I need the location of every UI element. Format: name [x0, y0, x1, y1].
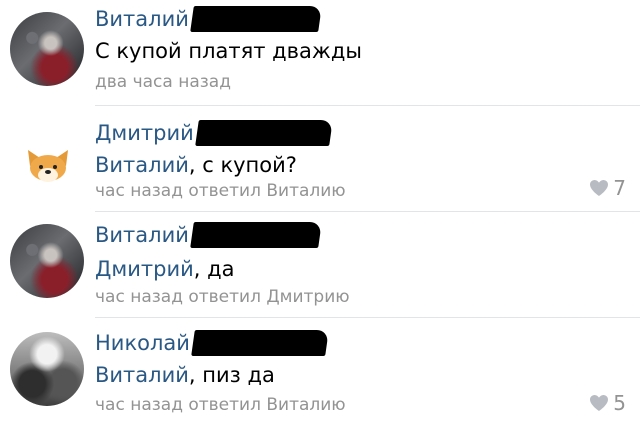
like-count: 7: [613, 176, 626, 200]
avatar[interactable]: [10, 12, 84, 86]
comment-meta: час назад ответил Виталию: [95, 395, 346, 415]
comment-body: , с купой?: [188, 153, 297, 177]
comment-meta: час назад ответил Виталию: [95, 181, 346, 201]
avatar[interactable]: [24, 146, 72, 186]
comment-text: Виталий, с купой?: [95, 152, 297, 178]
comment-item: Дмитрий Виталий, с купой? час назад отве…: [0, 106, 640, 212]
comment-text: Дмитрий, да: [95, 256, 235, 282]
comment-body: , да: [193, 257, 235, 281]
comment-body: , пиз да: [188, 363, 275, 387]
author-name[interactable]: Дмитрий: [95, 120, 194, 146]
author-name[interactable]: Виталий: [95, 6, 189, 32]
heart-icon: [590, 180, 609, 196]
redaction-bar: [194, 120, 333, 146]
dog-icon: [28, 150, 68, 182]
avatar[interactable]: [10, 224, 84, 298]
comment-item: Николай Виталий, пиз да час назад ответи…: [0, 318, 640, 424]
reply-mention[interactable]: Дмитрий: [95, 257, 194, 281]
like-count: 5: [613, 391, 626, 415]
comment-text: Виталий, пиз да: [95, 362, 275, 388]
comment-meta: час назад ответил Дмитрию: [95, 287, 350, 307]
comment-item: Виталий Дмитрий, да час назад ответил Дм…: [0, 212, 640, 318]
reply-mention[interactable]: Виталий: [95, 363, 189, 387]
comment-item: Виталий С купой платят дважды два часа н…: [0, 0, 640, 106]
comment-header: Виталий: [95, 222, 322, 248]
comment-header: Виталий: [95, 6, 322, 32]
comment-body: С купой платят дважды: [95, 39, 362, 63]
like-button[interactable]: 5: [589, 391, 626, 415]
comment-meta: два часа назад: [95, 72, 231, 92]
comment-text: С купой платят дважды: [95, 38, 362, 64]
heart-icon: [590, 395, 609, 411]
author-name[interactable]: Николай: [95, 330, 190, 356]
comment-header: Николай: [95, 330, 329, 356]
avatar[interactable]: [10, 332, 84, 406]
redaction-bar: [190, 222, 322, 248]
redaction-bar: [190, 6, 322, 32]
comment-header: Дмитрий: [95, 120, 333, 146]
reply-mention[interactable]: Виталий: [95, 153, 189, 177]
redaction-bar: [191, 330, 329, 356]
author-name[interactable]: Виталий: [95, 222, 189, 248]
like-button[interactable]: 7: [589, 176, 626, 200]
